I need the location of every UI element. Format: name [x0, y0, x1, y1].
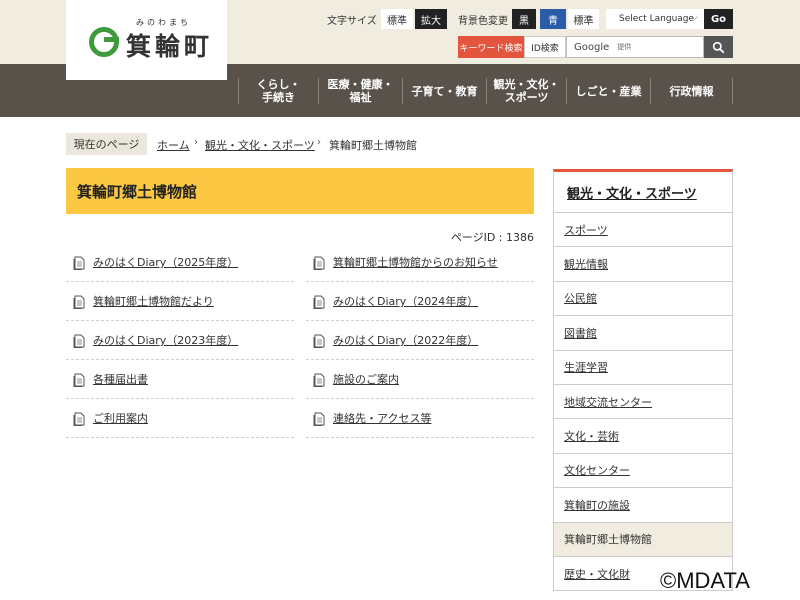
- document-icon: [313, 333, 325, 348]
- document-icon: [73, 333, 85, 348]
- tab-keyword-search[interactable]: キーワード検索: [458, 36, 524, 58]
- list-item[interactable]: 各種届出書: [66, 360, 294, 399]
- bg-color-label: 背景色変更: [458, 16, 508, 27]
- nav-item-kurashi[interactable]: くらし・ 手続き: [238, 78, 318, 104]
- font-size-standard-button[interactable]: 標準: [381, 9, 413, 29]
- document-icon: [73, 294, 85, 309]
- sidebar-item[interactable]: 図書館: [553, 316, 733, 351]
- document-icon: [73, 411, 85, 426]
- list-item-link[interactable]: 箕輪町郷土博物館だより: [93, 293, 214, 309]
- list-item[interactable]: みのはくDiary（2023年度）: [66, 321, 294, 360]
- list-item[interactable]: 施設のご案内: [306, 360, 534, 399]
- list-item[interactable]: 連絡先・アクセス等: [306, 399, 534, 438]
- sidebar: 観光・文化・スポーツ スポーツ 観光情報 公民館 図書館 生涯学習 地域交流センター 文化・…: [553, 169, 733, 592]
- bg-standard-button[interactable]: 標準: [568, 9, 599, 29]
- list-item-link[interactable]: 各種届出書: [93, 371, 148, 387]
- document-icon: [313, 372, 325, 387]
- sidebar-heading[interactable]: 観光・文化・スポーツ: [553, 169, 733, 213]
- chevron-right-icon: ›: [194, 137, 198, 148]
- bg-black-button[interactable]: 黒: [512, 9, 536, 29]
- list-item-link[interactable]: みのはくDiary（2023年度）: [93, 332, 238, 348]
- document-icon: [73, 255, 85, 270]
- watermark: ©MDATA: [660, 568, 750, 593]
- list-item-link[interactable]: みのはくDiary（2022年度）: [333, 332, 478, 348]
- search-input[interactable]: Google 提供: [566, 36, 704, 58]
- breadcrumb-home[interactable]: ホーム: [157, 137, 190, 153]
- nav-item-kosodate[interactable]: 子育て・教育: [402, 78, 486, 104]
- sidebar-item[interactable]: 観光情報: [553, 247, 733, 282]
- tab-id-search[interactable]: ID検索: [524, 36, 566, 58]
- font-size-label: 文字サイズ: [327, 16, 377, 27]
- sidebar-item[interactable]: 文化センター: [553, 453, 733, 489]
- nav-item-kanko[interactable]: 観光・文化・ スポーツ: [486, 78, 566, 104]
- sidebar-item[interactable]: 地域交流センター: [553, 384, 733, 420]
- sidebar-item[interactable]: 箕輪町郷土博物館: [553, 522, 733, 557]
- google-label: Google: [574, 41, 610, 53]
- language-go-button[interactable]: Go: [704, 9, 733, 29]
- sidebar-item[interactable]: 文化・芸術: [553, 419, 733, 454]
- document-icon: [313, 255, 325, 270]
- search-button[interactable]: [704, 36, 733, 58]
- list-item[interactable]: みのはくDiary（2024年度）: [306, 282, 534, 321]
- nav-item-iryo[interactable]: 医療・健康・ 福祉: [318, 78, 402, 104]
- nav-item-shigoto[interactable]: しごと・産業: [566, 78, 650, 104]
- page-title: 箕輪町郷土博物館: [66, 168, 534, 214]
- list-item-link[interactable]: みのはくDiary（2024年度）: [333, 293, 478, 309]
- language-select-label: Select Language: [619, 14, 695, 24]
- sidebar-item[interactable]: 生涯学習: [553, 350, 733, 385]
- logo-name: 箕輪町: [126, 32, 214, 61]
- breadcrumb-kanko[interactable]: 観光・文化・スポーツ: [205, 137, 315, 153]
- list-item[interactable]: みのはくDiary（2025年度）: [66, 243, 294, 282]
- breadcrumb-current: 箕輪町郷土博物館: [329, 139, 417, 152]
- sidebar-item[interactable]: 箕輪町の施設: [553, 488, 733, 523]
- font-size-large-button[interactable]: 拡大: [415, 9, 447, 29]
- document-icon: [313, 294, 325, 309]
- site-logo[interactable]: みのわまち 箕輪町: [66, 0, 227, 80]
- list-item-link[interactable]: ご利用案内: [93, 410, 148, 426]
- list-item[interactable]: ご利用案内: [66, 399, 294, 438]
- list-item[interactable]: 箕輪町郷土博物館だより: [66, 282, 294, 321]
- nav-item-gyosei[interactable]: 行政情報: [650, 78, 733, 104]
- list-item-link[interactable]: みのはくDiary（2025年度）: [93, 254, 238, 270]
- document-icon: [73, 372, 85, 387]
- list-item[interactable]: 箕輪町郷土博物館からのお知らせ: [306, 243, 534, 282]
- list-item-link[interactable]: 箕輪町郷土博物館からのお知らせ: [333, 254, 498, 270]
- current-page-label: 現在のページ: [66, 133, 147, 155]
- sidebar-item[interactable]: スポーツ: [553, 213, 733, 248]
- list-item-link[interactable]: 施設のご案内: [333, 371, 399, 387]
- sidebar-item[interactable]: 公民館: [553, 281, 733, 317]
- chevron-right-icon: ›: [317, 137, 321, 148]
- list-item-link[interactable]: 連絡先・アクセス等: [333, 410, 431, 426]
- document-icon: [313, 411, 325, 426]
- language-select[interactable]: Select Language ⌵: [606, 9, 704, 29]
- google-provided-label: 提供: [617, 43, 632, 51]
- list-item[interactable]: みのはくDiary（2022年度）: [306, 321, 534, 360]
- chevron-down-icon: ⌵: [691, 13, 698, 23]
- search-icon: [712, 41, 725, 53]
- bg-blue-button[interactable]: 青: [540, 9, 566, 29]
- town-emblem-icon: [89, 27, 119, 57]
